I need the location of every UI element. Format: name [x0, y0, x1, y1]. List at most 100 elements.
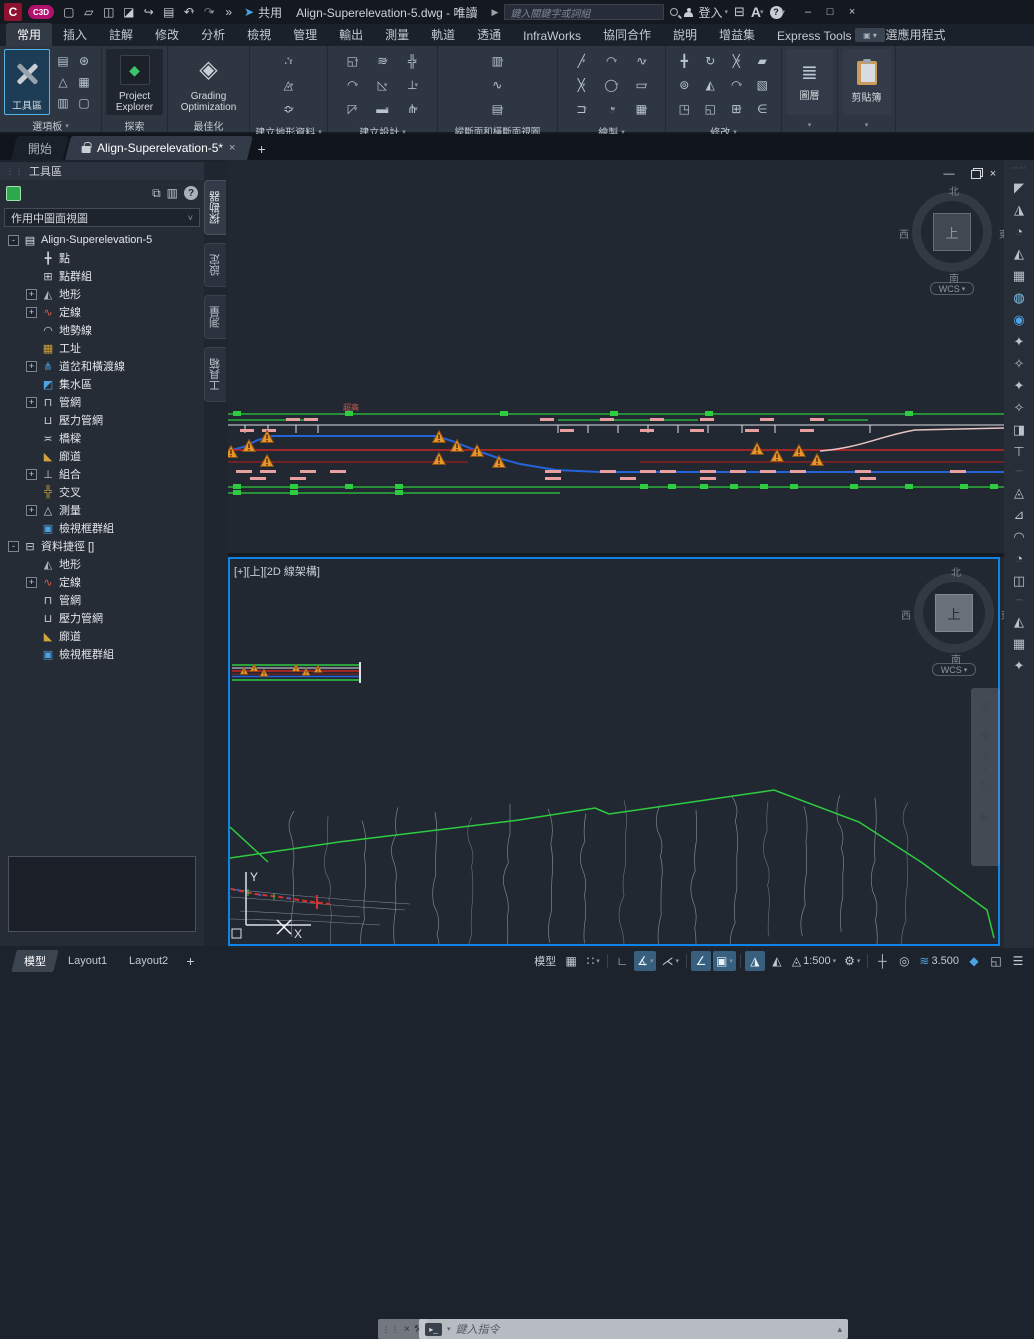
layout-tab[interactable]: 模型: [11, 950, 58, 972]
toolspace-button[interactable]: 工具區: [4, 49, 50, 115]
showmotion-icon[interactable]: ▶: [981, 810, 991, 823]
graphics-performance-button[interactable]: ◆: [964, 951, 984, 971]
trim-icon[interactable]: ╳▾: [724, 49, 750, 73]
create-profile-icon[interactable]: ∿▾: [483, 73, 513, 97]
divider[interactable]: ─: [1015, 467, 1022, 477]
title-expand-arrow[interactable]: ▶: [492, 7, 499, 18]
ribbon-tab[interactable]: 修改: [144, 23, 190, 46]
catchments-node[interactable]: ◩ 集水區: [0, 375, 204, 393]
corridor-icon[interactable]: ▬▾: [368, 97, 398, 121]
import-survey-icon[interactable]: ≎▾: [274, 97, 304, 121]
annotation-visibility-toggle[interactable]: ◮: [745, 951, 765, 971]
circle-icon[interactable]: ◯▾: [597, 73, 627, 97]
project-explorer-button[interactable]: ◆ Project Explorer: [106, 49, 163, 115]
plot-icon[interactable]: ▤▾: [160, 3, 178, 21]
xline-icon[interactable]: ╳▾: [567, 73, 597, 97]
command-line[interactable]: ▸_ ▾ 鍵入指令 ▴: [419, 1319, 848, 1339]
clipboard-panel-button[interactable]: 剪貼簿: [843, 49, 891, 115]
new-layout-button[interactable]: +: [186, 953, 194, 969]
alignment-icon[interactable]: ≋▾: [368, 49, 398, 73]
grading-tools-icon[interactable]: ◸▾: [338, 97, 368, 121]
ortho-toggle[interactable]: ∟: [612, 951, 632, 971]
toolbox-icon[interactable]: ▦: [74, 72, 94, 92]
workspace-switcher[interactable]: ⚙▾: [841, 951, 863, 971]
feature-line-icon[interactable]: ◠▾: [338, 73, 368, 97]
ribbon-tab[interactable]: 測量: [374, 23, 420, 46]
autoscale-toggle[interactable]: ◭: [767, 951, 787, 971]
pipe-network-icon[interactable]: ⋔▾: [398, 97, 428, 121]
ribbon-tab[interactable]: Express Tools: [766, 26, 862, 46]
rectangle-icon[interactable]: ▭▾: [627, 73, 657, 97]
panel-label-optimize[interactable]: 最佳化: [168, 118, 249, 133]
surfaces-node[interactable]: + ◭ 地形: [0, 285, 204, 303]
ribbon-tab[interactable]: 管理: [282, 23, 328, 46]
ribbon-tab[interactable]: 增益集: [708, 23, 766, 46]
navbar-close-icon[interactable]: ✕: [991, 688, 998, 697]
object-snap-tracking-toggle[interactable]: ∠: [691, 951, 711, 971]
view-frame-groups-node[interactable]: ▣ 檢視框群組: [0, 519, 204, 537]
export-icon[interactable]: ↪▾: [140, 3, 158, 21]
cursor-create-icon[interactable]: ◭: [1014, 615, 1024, 628]
toolspace-help-icon[interactable]: ?: [184, 186, 198, 200]
ribbon-tab[interactable]: 檢視: [236, 23, 282, 46]
survey-palette-icon[interactable]: △: [53, 72, 73, 92]
road-table-icon[interactable]: ▦: [1013, 637, 1025, 650]
line-icon[interactable]: ╱▾: [567, 49, 597, 73]
ds-pressure-networks-node[interactable]: ⊔ 壓力管網: [0, 609, 204, 627]
star-table-icon[interactable]: ✦: [1014, 659, 1025, 672]
toolspace-title-bar[interactable]: ⋮⋮ 工具區: [0, 162, 204, 180]
sites-node[interactable]: ▦ 工址: [0, 339, 204, 357]
ds-alignments-node[interactable]: + ∿ 定線: [0, 573, 204, 591]
superelevation-band-canvas[interactable]: 超高: [228, 160, 1004, 553]
ribbon-tab[interactable]: 輸出: [328, 23, 374, 46]
ribbon-tab[interactable]: 透通: [466, 23, 512, 46]
mirror-icon[interactable]: ◭▾: [698, 73, 724, 97]
ds-corridors-node[interactable]: ◣ 廊道: [0, 627, 204, 645]
ds-view-frame-groups-node[interactable]: ▣ 檢視框群組: [0, 645, 204, 663]
feature-lines-node[interactable]: ◠ 地勢線: [0, 321, 204, 339]
app-menu-button[interactable]: C: [4, 3, 22, 21]
maximize-button[interactable]: □: [819, 3, 841, 21]
assemblies-node[interactable]: + ⊥ 組合: [0, 465, 204, 483]
new-file-icon[interactable]: ▢▾: [60, 3, 78, 21]
autodesk-app-button[interactable]: A ▾: [751, 4, 764, 20]
vp-close-button[interactable]: ×: [986, 168, 1000, 180]
elevation-indicator[interactable]: ≋3.500: [916, 951, 962, 971]
tsquare-icon[interactable]: ⊤: [1013, 445, 1024, 458]
drawing-node[interactable]: - ▤ Align-Superelevation-5: [0, 231, 204, 249]
document-tab[interactable]: Align-Superelevation-5* ×: [65, 136, 252, 160]
toolspace-side-tab[interactable]: 工具箱: [204, 347, 226, 402]
viewcube-bottom[interactable]: 上 北 南 西 東 WCS▾: [906, 565, 1006, 677]
point-curve-icon[interactable]: ◠: [1013, 530, 1024, 543]
toolbar-grip[interactable]: ⋯⋯: [1011, 164, 1027, 172]
item-view-icon[interactable]: ⧉: [152, 186, 161, 201]
zoom-icon[interactable]: ⌖: [982, 748, 989, 761]
curve-table-icon[interactable]: ◫: [1013, 574, 1025, 587]
properties-palette-icon[interactable]: ▤: [53, 51, 73, 71]
signin-button[interactable]: 登入 ▾: [684, 4, 728, 21]
data-shortcuts-node[interactable]: - ⊟ 資料捷徑 []: [0, 537, 204, 555]
save-as-icon[interactable]: ◪▾: [120, 3, 138, 21]
toolspace-side-tab[interactable]: 測量: [204, 295, 226, 339]
share-button[interactable]: ➤ 共用: [244, 4, 282, 21]
ds-pipe-networks-node[interactable]: ⊓ 管網: [0, 591, 204, 609]
city-blocks-icon[interactable]: ▦: [1013, 269, 1025, 282]
polyline-icon[interactable]: ∿▾: [627, 49, 657, 73]
clean-screen-button[interactable]: ◱: [986, 951, 1006, 971]
search-input[interactable]: 鍵入關鍵字或詞組: [504, 4, 664, 20]
customization-menu-button[interactable]: ☰: [1008, 951, 1028, 971]
settings-gear-icon[interactable]: ⊛: [74, 51, 94, 71]
layout-tab[interactable]: Layout1: [56, 952, 120, 970]
star-zoom-icon[interactable]: ✧: [1014, 401, 1025, 414]
star-square-icon[interactable]: ✦: [1014, 335, 1025, 348]
annotation-monitor-toggle[interactable]: ┼: [872, 951, 892, 971]
isolate-objects-button[interactable]: ◎: [894, 951, 914, 971]
layers-panel-button[interactable]: ≣ 圖層: [786, 49, 833, 115]
survey-point-icon[interactable]: ◤: [1014, 181, 1024, 194]
object-snap-toggle[interactable]: ▣▾: [713, 951, 736, 971]
grid-toggle[interactable]: ▦: [561, 951, 581, 971]
circle-eraser-icon[interactable]: ◔: [1015, 552, 1023, 565]
bridges-node[interactable]: ≍ 橋樑: [0, 429, 204, 447]
corridors-node[interactable]: ◣ 廊道: [0, 447, 204, 465]
measure-square-icon[interactable]: ◨: [1013, 423, 1025, 436]
